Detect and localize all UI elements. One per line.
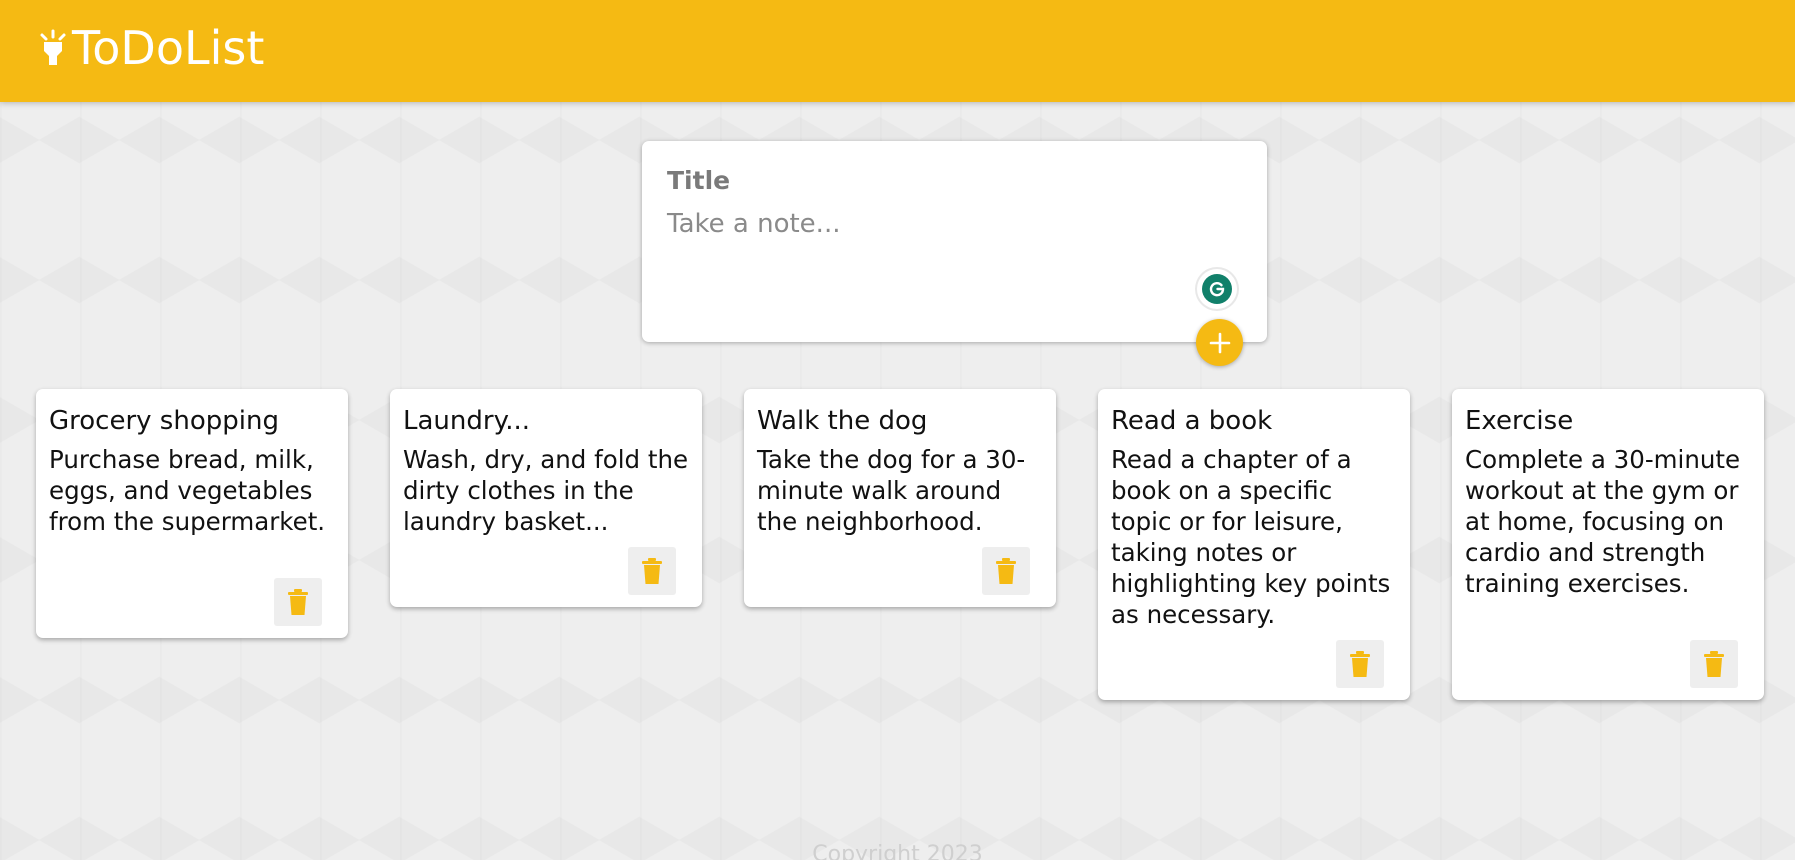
note-title: Grocery shopping [49,406,279,436]
trash-icon [996,558,1016,584]
delete-note-button[interactable] [1690,640,1738,688]
note-title: Read a book [1111,406,1273,436]
app-header: ToDoList [0,0,1795,102]
note-title: Walk the dog [757,406,928,436]
note-content: Wash, dry, and fold the dirty clothes in… [403,445,689,536]
note-content: Read a chapter of a book on a specific t… [1111,445,1391,629]
logo: ToDoList [38,21,264,75]
add-note-button[interactable] [1196,319,1243,366]
footer: Copyright 2023 [0,842,1795,860]
delete-note-button[interactable] [1336,640,1384,688]
delete-note-button[interactable] [982,547,1030,595]
trash-icon [1704,651,1724,677]
note-content-input[interactable]: Take a note... [667,209,840,239]
note-card: Laundry... Wash, dry, and fold the dirty… [390,389,702,607]
lightbulb-icon [40,29,66,65]
trash-icon [642,558,662,584]
create-note-form: Title Take a note... [642,141,1267,342]
trash-icon [288,589,308,615]
note-card: Exercise Complete a 30-minute workout at… [1452,389,1764,700]
delete-note-button[interactable] [274,578,322,626]
plus-icon [1209,332,1230,353]
note-card: Walk the dog Take the dog for a 30-minut… [744,389,1056,607]
note-card: Grocery shopping Purchase bread, milk, e… [36,389,348,638]
note-content: Take the dog for a 30-minute walk around… [757,445,1026,536]
copyright-text: Copyright 2023 [812,842,983,860]
app-title: ToDoList [72,21,265,75]
delete-note-button[interactable] [628,547,676,595]
note-title: Exercise [1465,406,1574,436]
trash-icon [1350,651,1370,677]
note-content: Complete a 30-minute workout at the gym … [1465,445,1741,598]
note-card: Read a book Read a chapter of a book on … [1098,389,1410,700]
note-content: Purchase bread, milk, eggs, and vegetabl… [49,445,326,536]
note-title: Laundry... [403,406,531,436]
grammarly-icon[interactable] [1197,269,1237,309]
title-input[interactable]: Title [667,166,730,195]
